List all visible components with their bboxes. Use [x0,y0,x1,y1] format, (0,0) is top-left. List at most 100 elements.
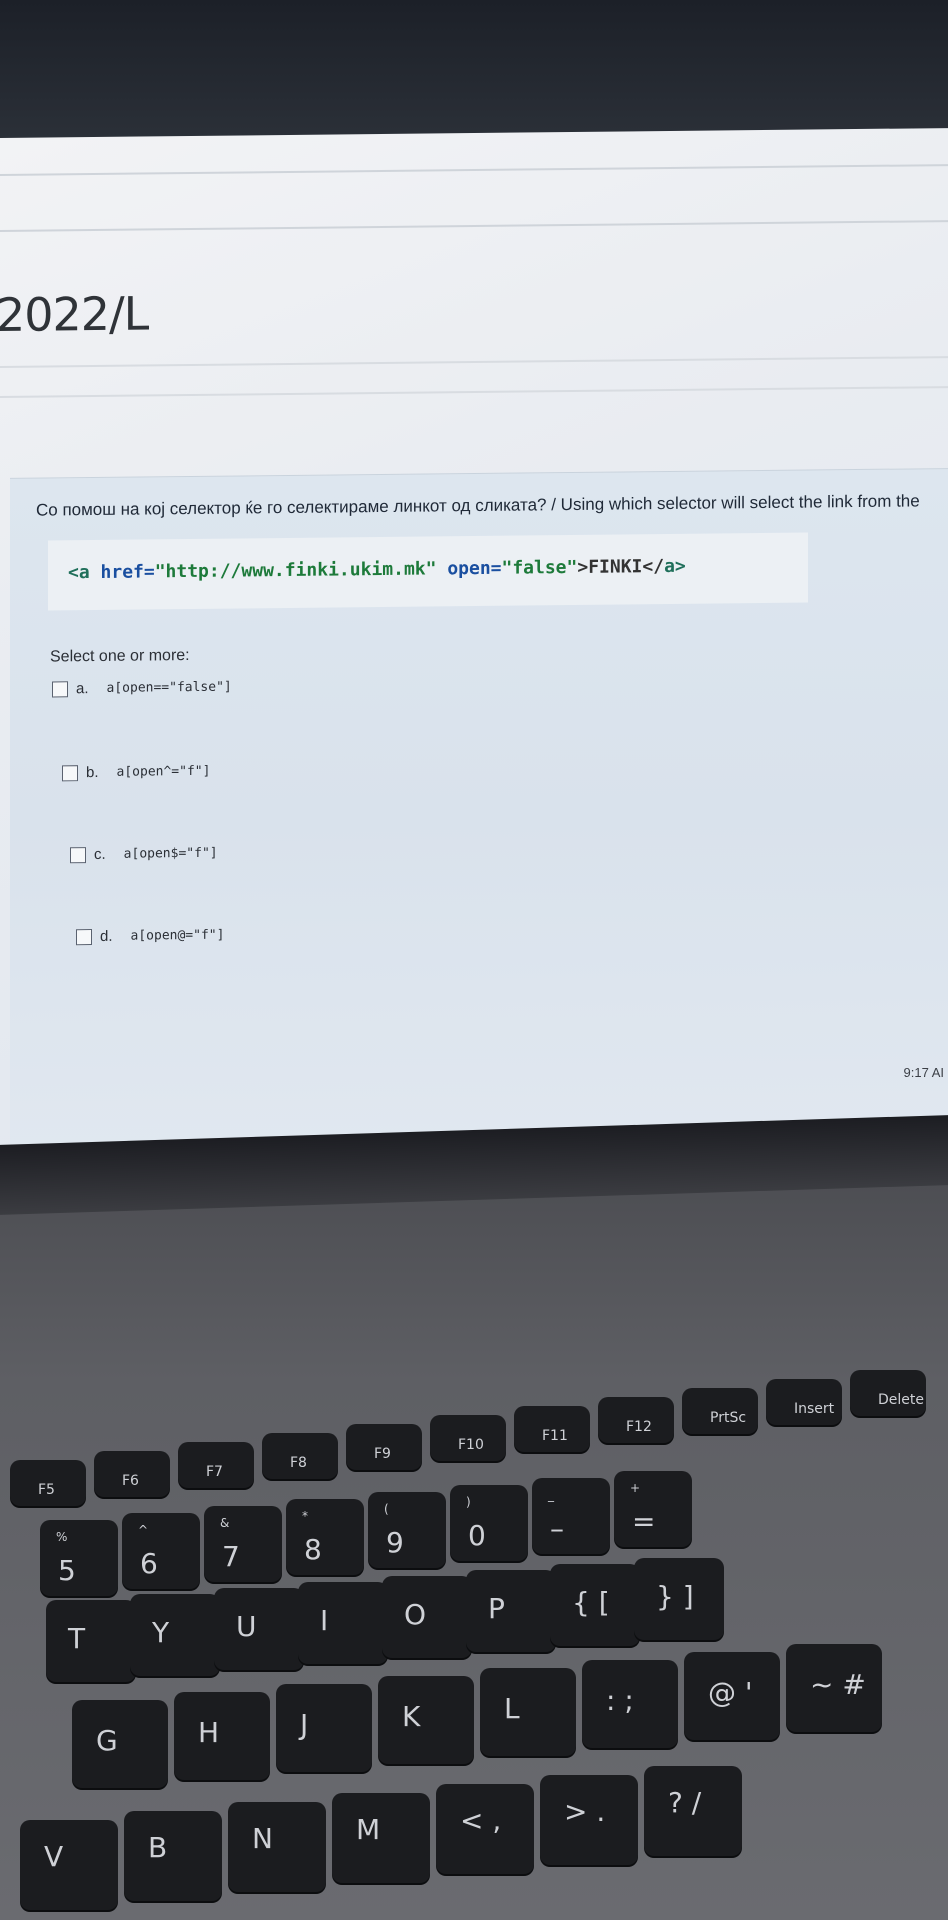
question-text: Со помош на кој селектор ќе го селектира… [36,491,920,520]
key-label: O [404,1598,427,1631]
key-f7[interactable]: F7 [178,1442,254,1488]
key-f6[interactable]: F6 [94,1451,170,1497]
key-label: Insert [794,1401,835,1417]
key-delete[interactable]: Delete [850,1370,926,1416]
key-{[interactable]: { [ [550,1564,640,1646]
key-f12[interactable]: F12 [598,1397,674,1443]
key-label: % [56,1530,68,1544]
key-label: V [44,1840,64,1873]
code-line: <a href="http://www.finki.ukim.mk" open=… [68,556,686,583]
key-n[interactable]: N [228,1802,326,1892]
key-label: L [504,1692,520,1725]
browser-screen: 2022/L Со помош на кој селектор ќе го се… [0,128,948,1168]
option-selector: a[open^="f"] [116,763,211,780]
key-label: > . [564,1795,606,1828]
key-label: ? / [668,1786,702,1819]
key-label: F8 [290,1455,307,1471]
key-<[interactable]: < , [436,1784,534,1874]
key-p[interactable]: P [466,1570,556,1652]
key-9[interactable]: (9 [368,1492,446,1568]
checkbox[interactable] [62,764,78,781]
key-0[interactable]: ) 0 [450,1485,528,1561]
key-u[interactable]: U [214,1588,304,1670]
key-i[interactable]: I [298,1582,388,1664]
key-h[interactable]: H [174,1692,270,1780]
option-letter: c. [94,845,106,864]
key-label: * [302,1509,308,1523]
key-label: @ ' [708,1676,753,1709]
key-label: M [356,1813,381,1846]
screen-bezel [0,0,948,140]
key-label: F10 [458,1437,484,1453]
key-label: ~ # [810,1668,866,1701]
option-c[interactable]: c. a[open$="f"] [70,845,218,864]
key-label: 9 [386,1526,404,1559]
key-5[interactable]: % 5 [40,1520,118,1596]
key-t[interactable]: T [46,1600,136,1682]
divider [0,164,948,176]
key-m[interactable]: M [332,1793,430,1883]
key-7[interactable]: & 7 [204,1506,282,1582]
key-label: { [ [572,1586,610,1619]
key-label: F9 [374,1446,391,1462]
key-o[interactable]: O [382,1576,472,1658]
key-v[interactable]: V [20,1820,118,1910]
option-a[interactable]: a. a[open=="false"] [52,679,232,698]
option-selector: a[open=="false"] [106,679,232,696]
key-f10[interactable]: F10 [430,1415,506,1461]
key-label: } ] [656,1580,694,1613]
key-label: 7 [222,1540,240,1573]
key-6[interactable]: ^ 6 [122,1513,200,1589]
select-prompt: Select one or more: [50,647,190,666]
key-f9[interactable]: F9 [346,1424,422,1470]
code-link-text: >FINKI</ [577,556,665,578]
key-y[interactable]: Y [130,1594,220,1676]
key->[interactable]: > . [540,1775,638,1865]
key-label: F5 [38,1482,55,1498]
checkbox[interactable] [70,846,86,863]
checkbox[interactable] [76,928,92,945]
key-?[interactable]: ? / [644,1766,742,1856]
option-b[interactable]: b. a[open^="f"] [62,763,210,782]
key-label: 8 [304,1533,322,1566]
code-open-tag: <a [68,561,101,584]
key-label: _ [548,1488,554,1502]
key-~[interactable]: ~ # [786,1644,882,1732]
key-f5[interactable]: F5 [10,1460,86,1506]
key-}[interactable]: } ] [634,1558,724,1640]
key-label: Y [152,1616,170,1649]
key-label: = [632,1505,656,1538]
key-label: J [300,1708,309,1741]
option-selector: a[open$="f"] [123,845,218,862]
key-f11[interactable]: F11 [514,1406,590,1452]
key-label: < , [460,1804,502,1837]
key-l[interactable]: L [480,1668,576,1756]
key-k[interactable]: K [378,1676,474,1764]
option-letter: d. [100,927,113,945]
key-prtsc[interactable]: PrtSc [682,1388,758,1434]
key-label: U [236,1610,257,1643]
option-letter: a. [76,680,89,698]
key-label: Delete [878,1392,924,1408]
key-f8[interactable]: F8 [262,1433,338,1479]
key-b[interactable]: B [124,1811,222,1901]
key-label: PrtSc [710,1410,747,1426]
key-–[interactable]: _ – [532,1478,610,1554]
key-label: 5 [58,1554,76,1587]
key-insert[interactable]: Insert [766,1379,842,1425]
key-:[interactable]: : ; [582,1660,678,1748]
code-href-attr: href= [100,561,155,583]
option-d[interactable]: d. a[open@="f"] [76,927,224,946]
code-href-value: "http://www.finki.ukim.mk" [154,558,437,583]
key-=[interactable]: + = [614,1471,692,1547]
key-j[interactable]: J [276,1684,372,1772]
key-label: F11 [542,1428,568,1444]
option-selector: a[open@="f"] [130,927,225,944]
key-@[interactable]: @ ' [684,1652,780,1740]
key-label: 6 [140,1547,158,1580]
checkbox[interactable] [52,680,68,697]
key-label: + [630,1481,641,1495]
key-8[interactable]: * 8 [286,1499,364,1575]
key-g[interactable]: G [72,1700,168,1788]
key-label: ^ [138,1523,149,1537]
